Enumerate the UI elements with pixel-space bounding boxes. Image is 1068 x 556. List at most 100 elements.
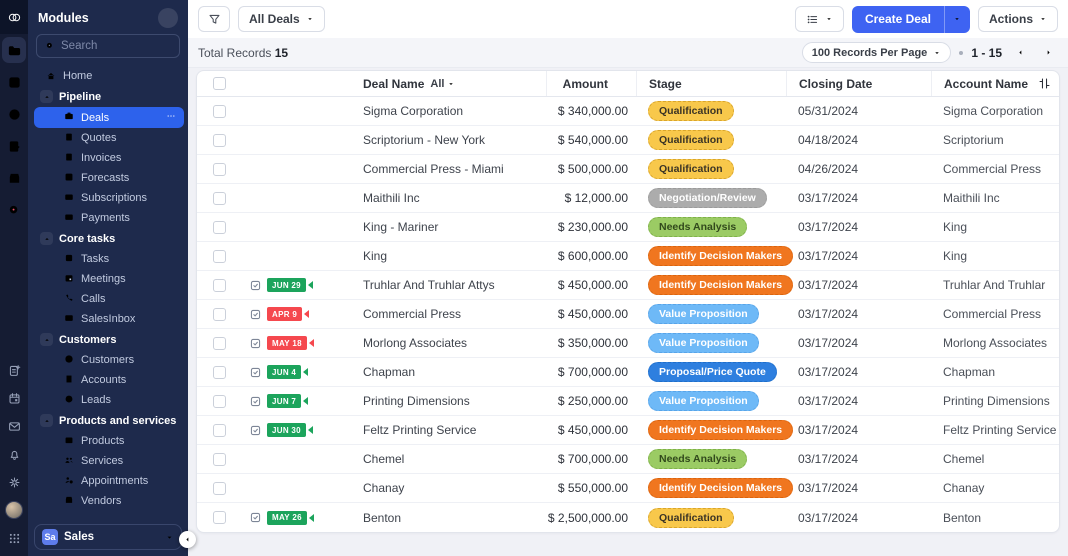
account-name[interactable]: Chapman (931, 358, 1059, 386)
table-row[interactable]: Maithili Inc $ 12,000.00 Negotiation/Rev… (197, 184, 1059, 213)
row-checkbox[interactable] (213, 134, 226, 147)
filter-button[interactable] (198, 6, 230, 32)
sidebar-item-customers[interactable]: Customers (28, 350, 188, 370)
row-checkbox[interactable] (213, 511, 226, 524)
zia-search-icon[interactable] (0, 194, 28, 226)
sidebar-section-customers[interactable]: Customers (28, 329, 188, 350)
table-row[interactable]: Commercial Press - Miami $ 500,000.00 Qu… (197, 155, 1059, 184)
task-icon[interactable] (249, 308, 262, 321)
sidebar-item-forecasts[interactable]: Forecasts (28, 168, 188, 188)
create-deal-dropdown-button[interactable] (944, 6, 970, 33)
account-name[interactable]: Commercial Press (931, 300, 1059, 328)
deal-name-all-filter[interactable]: All (430, 78, 455, 90)
row-checkbox[interactable] (213, 453, 226, 466)
row-checkbox[interactable] (213, 482, 226, 495)
account-name[interactable]: Sigma Corporation (931, 97, 1059, 125)
account-name[interactable]: Truhlar And Truhlar (931, 271, 1059, 299)
table-row[interactable]: JUN 30 Feltz Printing Service $ 450,000.… (197, 416, 1059, 445)
previous-page-button[interactable] (1010, 43, 1030, 63)
row-checkbox[interactable] (213, 308, 226, 321)
account-name[interactable]: Commercial Press (931, 155, 1059, 183)
sidebar-item-appointments[interactable]: Appointments (28, 471, 188, 491)
records-per-page-selector[interactable]: 100 Records Per Page (802, 42, 952, 63)
deal-name[interactable]: Commercial Press (351, 300, 546, 328)
sidebar-item-services[interactable]: Services (28, 451, 188, 471)
row-checkbox[interactable] (213, 279, 226, 292)
row-checkbox[interactable] (213, 163, 226, 176)
deal-name[interactable]: Chemel (351, 445, 546, 473)
sidebar-item-salesinbox[interactable]: SalesInbox (28, 309, 188, 329)
next-page-button[interactable] (1038, 43, 1058, 63)
column-menu-icon[interactable] (913, 79, 923, 89)
task-icon[interactable] (249, 395, 262, 408)
row-checkbox[interactable] (213, 250, 226, 263)
row-checkbox[interactable] (213, 105, 226, 118)
create-deal-button[interactable]: Create Deal (852, 6, 944, 33)
sidebar-item-quotes[interactable]: Quotes (28, 128, 188, 148)
deal-name[interactable]: Sigma Corporation (351, 97, 546, 125)
deal-name[interactable]: Benton (351, 503, 546, 532)
sidebar-section-core-tasks[interactable]: Core tasks (28, 228, 188, 249)
sidebar-section-pipeline[interactable]: Pipeline (28, 86, 188, 107)
mail-icon[interactable] (0, 412, 28, 440)
sidebar-item-vendors[interactable]: Vendors (28, 491, 188, 511)
deal-name[interactable]: Commercial Press - Miami (351, 155, 546, 183)
account-name[interactable]: Maithili Inc (931, 184, 1059, 212)
select-all-checkbox[interactable] (213, 77, 226, 90)
row-checkbox[interactable] (213, 424, 226, 437)
modules-folder-icon[interactable] (2, 37, 26, 63)
notifications-bell-icon[interactable] (0, 440, 28, 468)
column-menu-icon[interactable] (528, 79, 538, 89)
sidebar-item-tasks[interactable]: Tasks (28, 249, 188, 269)
account-name[interactable]: Benton (931, 503, 1059, 532)
sidebar-item-deals[interactable]: Deals (34, 107, 184, 128)
user-avatar[interactable] (0, 496, 28, 524)
column-menu-icon[interactable] (768, 79, 778, 89)
account-name[interactable]: Chemel (931, 445, 1059, 473)
deal-name[interactable]: King - Mariner (351, 213, 546, 241)
analytics-clock-icon[interactable] (0, 98, 28, 130)
deal-name[interactable]: Truhlar And Truhlar Attys (351, 271, 546, 299)
settings-gear-icon[interactable] (0, 468, 28, 496)
table-row[interactable]: MAY 26 Benton $ 2,500,000.00 Qualificati… (197, 503, 1059, 532)
notebook-icon[interactable] (0, 130, 28, 162)
account-name[interactable]: Chanay (931, 474, 1059, 502)
table-row[interactable]: King - Mariner $ 230,000.00 Needs Analys… (197, 213, 1059, 242)
task-icon[interactable] (249, 511, 262, 524)
deal-name[interactable]: Chanay (351, 474, 546, 502)
account-name[interactable]: Feltz Printing Service (931, 416, 1059, 444)
column-menu-icon[interactable] (618, 79, 628, 89)
quick-create-note-icon[interactable] (0, 356, 28, 384)
sidebar-item-home[interactable]: Home (28, 66, 188, 86)
workspace-selector[interactable]: Sa Sales (34, 524, 182, 550)
app-switcher-grid-icon[interactable] (0, 524, 28, 552)
sidebar-item-accounts[interactable]: Accounts (28, 370, 188, 390)
zoho-crm-logo-icon[interactable] (0, 0, 28, 34)
deal-name[interactable]: Maithili Inc (351, 184, 546, 212)
marketplace-icon[interactable] (0, 162, 28, 194)
sidebar-item-calls[interactable]: Calls (28, 289, 188, 309)
more-options-icon[interactable] (166, 111, 176, 124)
sidebar-section-products-services[interactable]: Products and services (28, 410, 188, 431)
column-header-closing-date[interactable]: Closing Date (786, 71, 931, 96)
task-icon[interactable] (249, 337, 262, 350)
sidebar-item-invoices[interactable]: Invoices (28, 148, 188, 168)
table-row[interactable]: JUN 4 Chapman $ 700,000.00 Proposal/Pric… (197, 358, 1059, 387)
sidebar-item-leads[interactable]: Leads (28, 390, 188, 410)
row-checkbox[interactable] (213, 221, 226, 234)
task-icon[interactable] (249, 424, 262, 437)
table-row[interactable]: Chanay $ 550,000.00 Identify Decision Ma… (197, 474, 1059, 503)
account-name[interactable]: King (931, 242, 1059, 270)
table-row[interactable]: APR 9 Commercial Press $ 450,000.00 Valu… (197, 300, 1059, 329)
row-checkbox[interactable] (213, 192, 226, 205)
deal-name[interactable]: Feltz Printing Service (351, 416, 546, 444)
calendar-icon[interactable] (0, 384, 28, 412)
table-row[interactable]: Sigma Corporation $ 340,000.00 Qualifica… (197, 97, 1059, 126)
sidebar-search-input[interactable]: Search (36, 34, 180, 58)
table-row[interactable]: Scriptorium - New York $ 540,000.00 Qual… (197, 126, 1059, 155)
account-name[interactable]: Printing Dimensions (931, 387, 1059, 415)
sidebar-item-products[interactable]: Products (28, 431, 188, 451)
table-row[interactable]: JUN 29 Truhlar And Truhlar Attys $ 450,0… (197, 271, 1059, 300)
table-row[interactable]: MAY 18 Morlong Associates $ 350,000.00 V… (197, 329, 1059, 358)
sidebar-item-payments[interactable]: Payments (28, 208, 188, 228)
